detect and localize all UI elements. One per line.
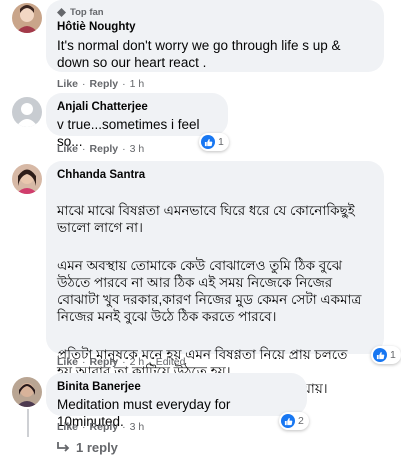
avatar[interactable]: [12, 164, 42, 194]
timestamp[interactable]: 3 h: [130, 421, 145, 433]
reaction-count[interactable]: 1: [199, 133, 229, 151]
comment-text: It's normal don't worry we go through li…: [57, 38, 341, 70]
view-replies-link[interactable]: 1 reply: [57, 440, 118, 455]
reply-button[interactable]: Reply: [90, 356, 119, 368]
timestamp[interactable]: 2 h: [130, 356, 145, 368]
author-name[interactable]: Hôtiè Noughty: [57, 20, 374, 35]
author-name[interactable]: Anjali Chatterjee: [57, 100, 218, 115]
comment-paragraph: মাঝে মাঝে বিষণ্ণতা এমনভাবে ঘিরে ধরে যে ক…: [57, 203, 355, 235]
thread-line: [27, 409, 29, 437]
like-button[interactable]: Like: [57, 421, 78, 433]
comment-bubble: Top fan Hôtiè Noughty It's normal don't …: [46, 0, 384, 72]
timestamp[interactable]: 1 h: [130, 78, 145, 90]
like-button[interactable]: Like: [57, 78, 78, 90]
badge-label: Top fan: [70, 7, 104, 18]
like-button[interactable]: Like: [57, 143, 78, 155]
author-name[interactable]: Chhanda Santra: [57, 168, 374, 183]
comment-actions: Like · Reply · 3 h: [57, 143, 145, 155]
reaction-count[interactable]: 2: [279, 412, 309, 430]
like-reaction-icon: [201, 135, 215, 149]
avatar[interactable]: [12, 97, 42, 127]
like-reaction-icon: [281, 414, 295, 428]
comment-actions: Like · Reply · 1 h: [57, 78, 145, 90]
timestamp[interactable]: 3 h: [130, 143, 145, 155]
comment-actions: Like · Reply · 3 h: [57, 421, 145, 433]
author-name[interactable]: Binita Banerjee: [57, 380, 297, 395]
diamond-icon: [57, 8, 66, 17]
edited-label[interactable]: Edited: [156, 356, 186, 368]
reaction-count[interactable]: 1: [371, 346, 401, 364]
reply-button[interactable]: Reply: [90, 143, 119, 155]
top-fan-badge: Top fan: [57, 7, 374, 18]
like-button[interactable]: Like: [57, 356, 78, 368]
reply-button[interactable]: Reply: [90, 78, 119, 90]
avatar[interactable]: [12, 377, 42, 407]
comment-bubble: Anjali Chatterjee v true...sometimes i f…: [46, 93, 228, 149]
comment-actions: Like · Reply · 2 h · Edited: [57, 356, 186, 368]
reply-arrow-icon: [57, 442, 70, 452]
like-reaction-icon: [373, 348, 387, 362]
avatar[interactable]: [12, 3, 42, 33]
comment-paragraph: এমন অবস্থায় তোমাকে কেউ বোঝালেও তুমি ঠিক…: [57, 258, 362, 324]
comment-bubble: Chhanda Santra মাঝে মাঝে বিষণ্ণতা এমনভাব…: [46, 161, 384, 396]
reply-button[interactable]: Reply: [90, 421, 119, 433]
comment-bubble: Binita Banerjee Meditation must everyday…: [46, 373, 307, 429]
